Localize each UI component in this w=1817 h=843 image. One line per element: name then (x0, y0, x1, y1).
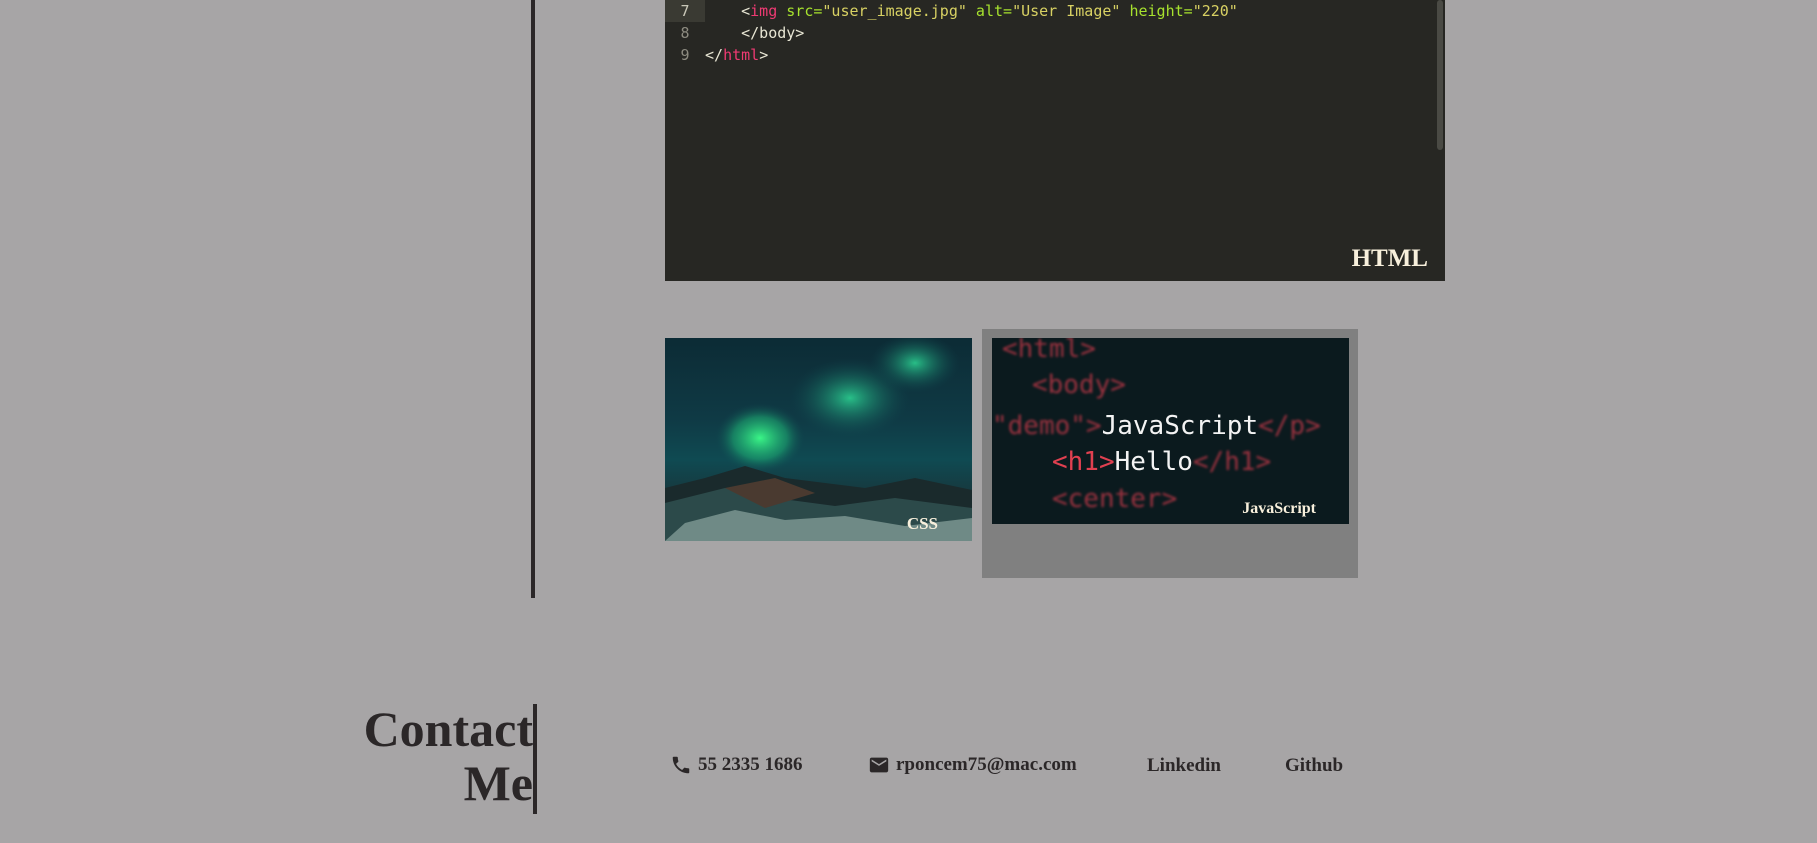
code-line: 7 <img src="user_image.jpg" alt="User Im… (665, 0, 1238, 22)
javascript-code-image: <html> <body> "demo">JavaScript</p> <h1>… (992, 338, 1349, 524)
phone-icon (672, 756, 690, 774)
project-label-javascript: JavaScript (1242, 500, 1316, 517)
contact-heading: Contact Me (350, 702, 533, 810)
contact-divider (533, 704, 537, 814)
email-address: rponcem75@mac.com (896, 754, 1077, 775)
project-card-html[interactable]: 7 <img src="user_image.jpg" alt="User Im… (665, 0, 1445, 281)
code-line: 8 </body> (680, 24, 805, 42)
phone-number: 55 2335 1686 (698, 754, 803, 775)
aurora-image (665, 338, 972, 541)
project-label-html: HTML (1351, 245, 1428, 272)
code-line: <h1>Hello</h1> (1052, 447, 1272, 477)
envelope-icon (869, 757, 889, 773)
code-line: <center> (1052, 484, 1178, 514)
contact-heading-line: Me (463, 755, 533, 811)
project-label-css: CSS (906, 514, 938, 533)
code-line: <body> (1032, 370, 1126, 400)
editor-scrollbar (1437, 0, 1443, 150)
project-card-javascript[interactable]: <html> <body> "demo">JavaScript</p> <h1>… (982, 329, 1358, 578)
code-line: "demo">JavaScript</p> (992, 411, 1321, 441)
contact-heading-line: Contact (363, 701, 533, 757)
code-editor-screenshot: 7 <img src="user_image.jpg" alt="User Im… (665, 0, 1445, 281)
code-line: 9 </html> (680, 46, 769, 64)
timeline-divider (531, 0, 535, 598)
linkedin-link[interactable]: Linkedin (1147, 755, 1221, 777)
code-line: <html> (1002, 338, 1096, 364)
project-card-css[interactable]: CSS (665, 338, 972, 541)
github-link[interactable]: Github (1285, 755, 1343, 777)
email-contact[interactable]: rponcem75@mac.com (868, 754, 1077, 776)
phone-contact[interactable]: 55 2335 1686 (670, 754, 803, 776)
